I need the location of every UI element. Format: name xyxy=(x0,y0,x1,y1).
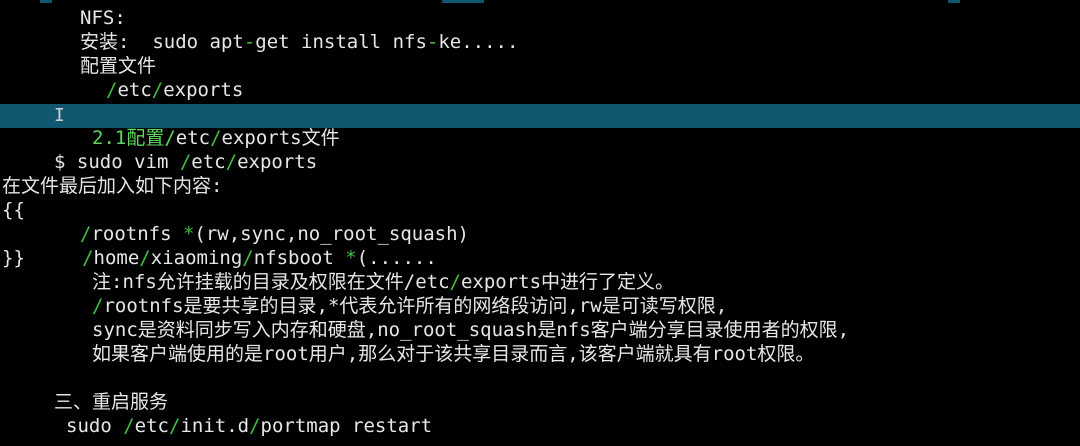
line-text-segment: / xyxy=(92,295,104,317)
top-scroll-edge xyxy=(40,0,52,3)
editor-line[interactable]: 安装: sudo apt-get install nfs-ke..... xyxy=(80,30,518,54)
line-text-segment: * xyxy=(345,247,357,269)
line-text-segment: / xyxy=(123,415,135,437)
line-text-segment: / xyxy=(139,247,151,269)
line-text-segment: 安装: sudo apt xyxy=(80,31,244,53)
editor-line[interactable]: /rootnfs *(rw,sync,no_root_squash) xyxy=(80,222,469,246)
line-text-segment: (rw,sync,no_root_squash) xyxy=(194,223,469,245)
line-text-segment: etc xyxy=(175,127,211,149)
line-text-segment: nfsboot xyxy=(253,247,346,269)
editor-line[interactable]: /rootnfs是要共享的目录,*代表允许所有的网络段访问,rw是可读写权限, xyxy=(92,294,727,318)
line-text-segment: - xyxy=(426,31,439,53)
line-text-segment: / xyxy=(82,247,94,269)
editor-line[interactable]: 三、重启服务 xyxy=(54,390,168,414)
line-text-segment: / xyxy=(225,151,238,173)
line-text-segment: 注:nfs允许挂载的目录及权限在文件/ xyxy=(92,271,416,293)
line-text-segment: (...... xyxy=(356,247,437,269)
line-text-segment: init.d xyxy=(180,415,250,437)
line-text-segment: etc xyxy=(134,415,169,437)
line-text-segment: get install nfs xyxy=(255,31,427,53)
line-text-segment: etc xyxy=(191,151,226,173)
line-text-segment: / xyxy=(168,415,181,437)
line-text-segment: xiaoming xyxy=(150,247,243,269)
line-text-segment: / xyxy=(106,79,118,101)
line-text-segment: 配置文件 xyxy=(80,55,157,77)
line-text-segment: $ sudo vim xyxy=(54,151,180,173)
line-text-segment: rootnfs xyxy=(91,223,183,245)
editor-line[interactable]: sync是资料同步写入内存和硬盘,no_root_squash是nfs客户端分享… xyxy=(92,318,849,342)
line-text-segment: 如果客户端使用的是root用户,那么对于该共享目录而言,该客户端就具有root权… xyxy=(92,343,815,365)
line-text-segment: portmap restart xyxy=(260,415,433,437)
editor-line[interactable]: {{ xyxy=(2,198,25,222)
line-text-segment: }} xyxy=(2,247,83,269)
line-text-segment: sudo xyxy=(66,415,124,437)
line-text-segment: / xyxy=(80,223,92,245)
editor-line[interactable]: 在文件最后加入如下内容: xyxy=(2,174,222,198)
line-text-segment: NFS: xyxy=(80,7,126,29)
line-text-segment: / xyxy=(449,271,461,293)
editor-line[interactable]: NFS: xyxy=(80,6,126,30)
editor-line[interactable]: 2.1配置/etc/exports文件 xyxy=(92,126,340,150)
editor-line[interactable]: /etc/exports xyxy=(106,78,243,102)
line-text-segment: rootnfs是要共享的目录,*代表允许所有的网络段访问,rw是可读写权限, xyxy=(103,295,728,317)
text-cursor-icon: I xyxy=(54,105,65,126)
line-text-segment: * xyxy=(182,223,195,245)
line-text-segment: exports xyxy=(163,79,244,101)
line-text-segment: exports xyxy=(237,151,318,173)
editor-line[interactable]: sudo /etc/init.d/portmap restart xyxy=(66,414,432,438)
line-text-segment: {{ xyxy=(2,199,25,221)
editor-line[interactable]: 注:nfs允许挂载的目录及权限在文件/etc/exports中进行了定义。 xyxy=(92,270,674,294)
line-text-segment: etc xyxy=(117,79,152,101)
line-text-segment: 三、重启服务 xyxy=(54,391,169,413)
line-text-segment: 2.1配置/ xyxy=(92,127,176,149)
line-text-segment: / xyxy=(210,127,222,149)
line-text-segment: / xyxy=(151,79,164,101)
cursor-line-highlight xyxy=(0,104,1080,128)
line-text-segment: exports文件 xyxy=(221,127,340,149)
line-text-segment: sync是资料同步写入内存和硬盘,no_root_squash是nfs客户端分享… xyxy=(92,319,850,341)
line-text-segment: / xyxy=(179,151,192,173)
editor-line[interactable]: $ sudo vim /etc/exports xyxy=(54,150,317,174)
line-text-segment: home xyxy=(93,247,140,269)
line-text-segment: exports中进行了定义。 xyxy=(460,271,675,293)
terminal-editor[interactable]: I NFS: 安装: sudo apt-get install nfs-ke...… xyxy=(0,0,1080,446)
line-text-segment: / xyxy=(242,247,254,269)
line-text-segment: ke..... xyxy=(438,31,519,53)
top-scroll-edge xyxy=(948,0,960,3)
top-scroll-edge xyxy=(442,0,484,3)
editor-line[interactable]: 配置文件 xyxy=(80,54,156,78)
editor-line[interactable]: }} /home/xiaoming/nfsboot *(...... xyxy=(2,246,437,270)
line-text-segment: - xyxy=(243,31,256,53)
line-text-segment: / xyxy=(249,415,261,437)
line-text-segment: etc xyxy=(415,271,450,293)
line-text-segment: 在文件最后加入如下内容: xyxy=(2,175,223,197)
editor-line[interactable]: 如果客户端使用的是root用户,那么对于该共享目录而言,该客户端就具有root权… xyxy=(92,342,814,366)
